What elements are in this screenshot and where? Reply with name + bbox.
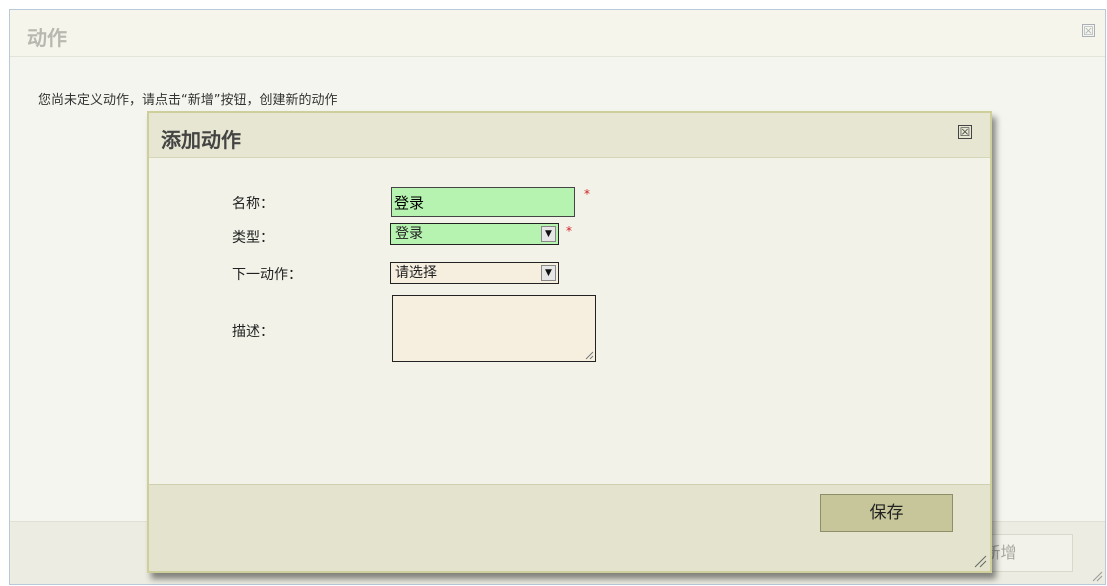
type-select-value: 登录 — [395, 226, 423, 242]
next-action-select[interactable]: 请选择 ▼ — [390, 262, 559, 284]
add-action-dialog-title: 添加动作 — [161, 128, 241, 152]
actions-dialog-header: 动作 ☒ — [10, 10, 1105, 57]
required-marker: * — [584, 187, 590, 201]
type-label: 类型： — [232, 230, 274, 246]
description-textarea[interactable] — [392, 295, 596, 362]
chevron-down-icon[interactable]: ▼ — [541, 265, 556, 281]
add-action-dialog: 添加动作 ☒ 名称： * 类型： 登录 ▼ * 下一动作： 请选择 ▼ 描述： … — [147, 111, 992, 573]
add-action-dialog-footer: 保存 — [149, 484, 990, 571]
resize-grip-icon[interactable] — [973, 554, 987, 568]
type-select[interactable]: 登录 ▼ — [390, 223, 559, 245]
next-action-select-value: 请选择 — [395, 265, 437, 281]
resize-grip-icon[interactable] — [585, 351, 594, 360]
close-icon[interactable]: ☒ — [958, 125, 972, 139]
actions-dialog-title: 动作 — [27, 26, 67, 50]
add-action-dialog-header: 添加动作 ☒ — [149, 113, 990, 158]
name-label: 名称： — [232, 196, 274, 212]
resize-grip-icon[interactable] — [1091, 570, 1103, 582]
chevron-down-icon[interactable]: ▼ — [541, 226, 556, 242]
description-label: 描述： — [232, 324, 274, 340]
close-icon[interactable]: ☒ — [1082, 24, 1095, 37]
name-field[interactable] — [391, 187, 575, 217]
save-button[interactable]: 保存 — [820, 494, 953, 532]
required-marker: * — [566, 224, 572, 238]
empty-actions-message: 您尚未定义动作，请点击“新增”按钮，创建新的动作 — [38, 93, 338, 108]
next-action-label: 下一动作： — [232, 267, 302, 283]
